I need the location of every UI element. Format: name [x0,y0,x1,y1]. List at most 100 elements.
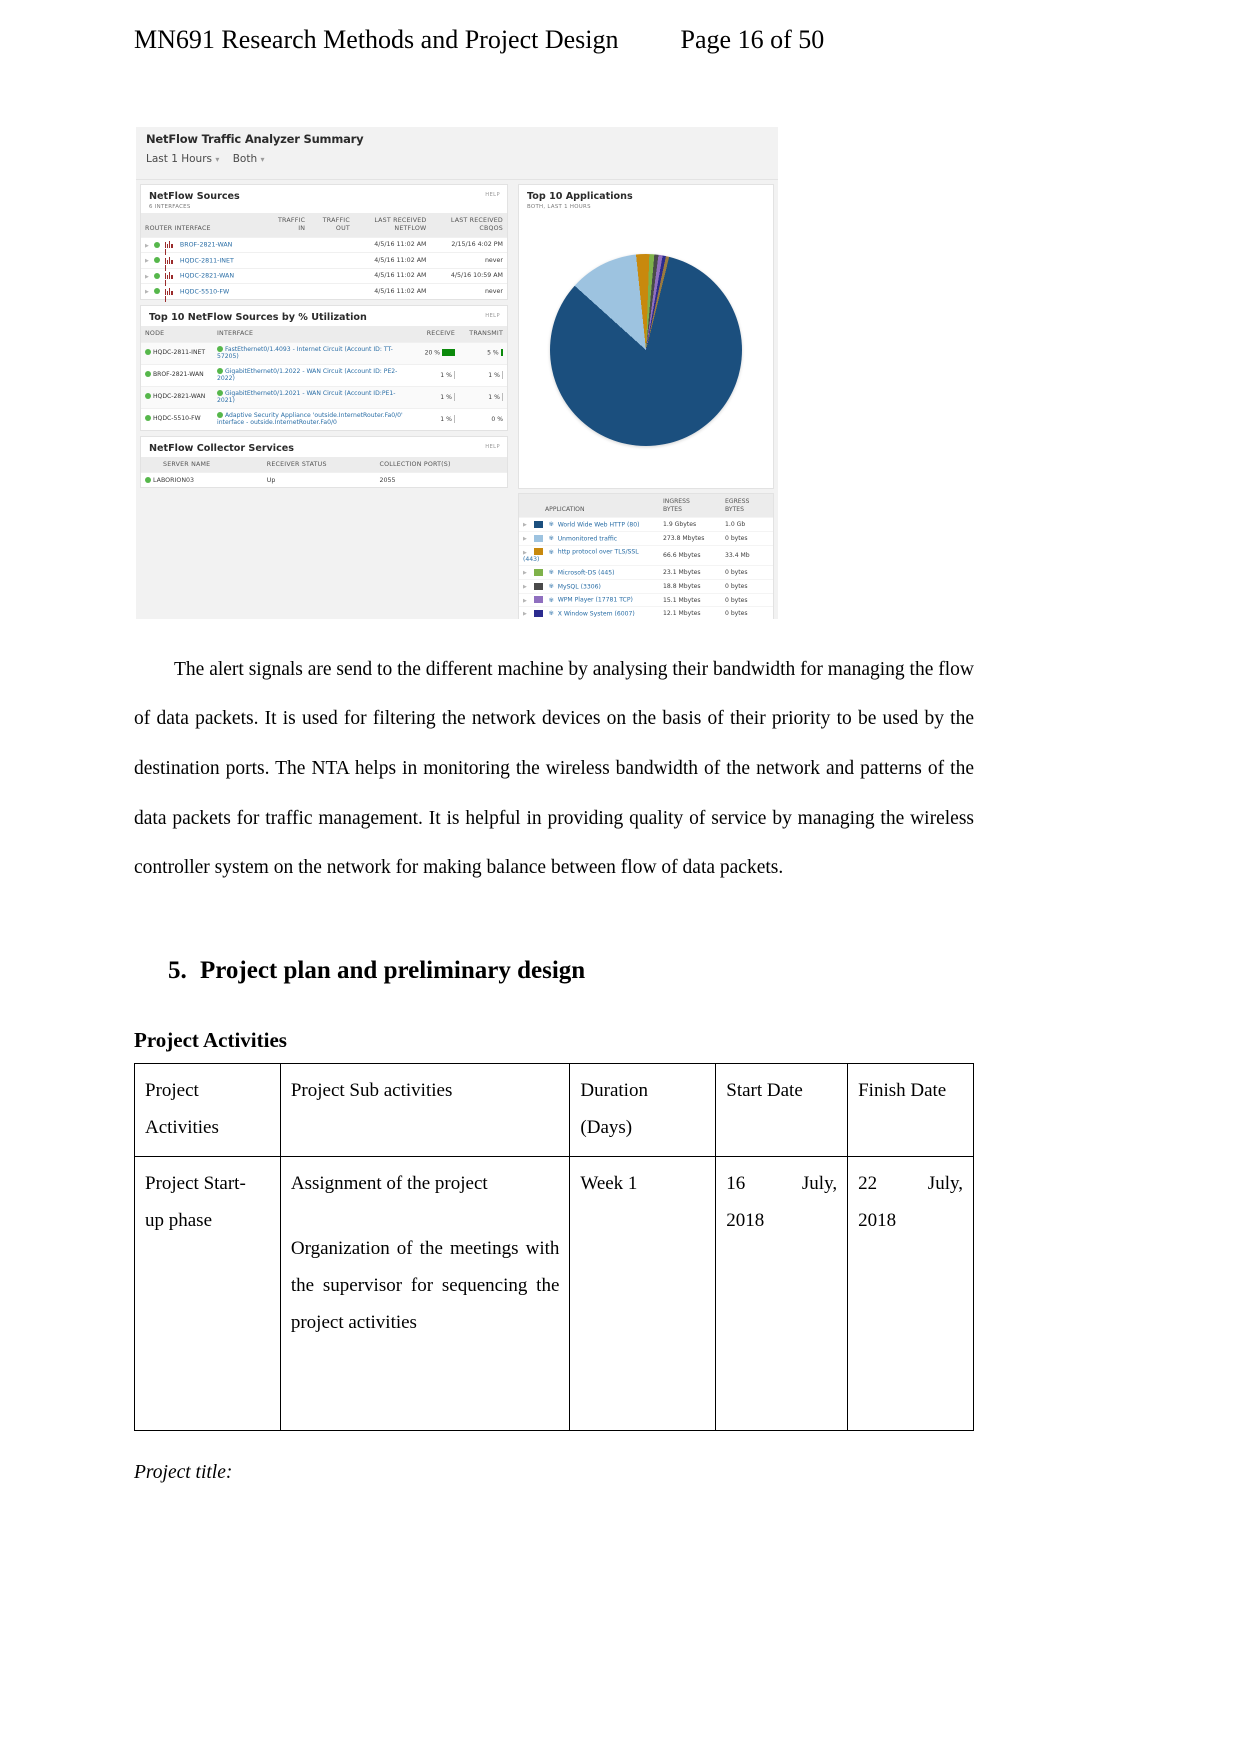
expand-arrow-icon[interactable]: ▶ [523,522,527,528]
time-range-dropdown[interactable]: Last 1 Hours ▾ [146,153,219,165]
netflow-dashboard: NetFlow Sources 6 INTERFACES HELP ROUTER… [136,180,778,619]
gear-icon: ✾ [548,583,554,591]
row-interface-cell: ▶ HQDC-2821-WAN [141,267,265,287]
netflow-sources-header: NetFlow Sources 6 INTERFACES HELP [141,185,507,213]
transmit-bar [501,371,503,380]
header-duration: Duration (Days) [569,1062,717,1158]
table-row[interactable]: ▶ ✾ MySQL (3306) 18.8 Mbytes 0 bytes [519,578,773,594]
table-row[interactable]: ▶ HQDC-5510-FW 4/5/16 11:02 AM never [141,283,507,302]
transmit-cell: 0 % [459,407,507,430]
expand-arrow-icon[interactable]: ▶ [523,570,527,576]
table-row[interactable]: HQDC-2811-INET FastEthernet0/1.4093 - In… [141,341,507,365]
application-link[interactable]: Unmonitored traffic [558,535,617,542]
table-row[interactable]: ▶ ✾ X Window System (6007) 12.1 Mbytes 0… [519,606,773,619]
traffic-in-value [264,252,310,269]
table-row[interactable]: LABORION03 Up 2055 [141,472,507,488]
table-row[interactable]: ▶ HQDC-2811-INET 4/5/16 11:02 AM never [141,252,507,271]
direction-dropdown[interactable]: Both ▾ [233,153,265,165]
table-row[interactable]: ▶ BROF-2821-WAN 4/5/16 11:02 AM 2/15/16 … [141,236,507,256]
expand-arrow-icon[interactable]: ▶ [523,536,527,542]
section-heading-text: Project plan and preliminary design [200,957,586,984]
table-header-row: APPLICATION INGRESS BYTES EGRESS BYTES [519,494,773,518]
table-header-row: Project Activities Project Sub activitie… [134,1062,974,1158]
top-applications-header: Top 10 Applications BOTH, LAST 1 HOURS [519,185,773,213]
application-link[interactable]: World Wide Web HTTP (80) [558,521,640,528]
netflow-sources-subtitle: 6 INTERFACES [149,204,191,210]
expand-arrow-icon[interactable]: ▶ [145,258,149,264]
application-cell: ▶ ✾ Microsoft-DS (445) [519,565,659,580]
cell-start-date: 16 July, 2018 [715,1156,849,1432]
table-row[interactable]: ▶ ✾ WPM Player (17781 TCP) 15.1 Mbytes 0… [519,592,773,607]
egress-bytes-cell: 0 bytes [721,530,773,546]
receive-bar [453,415,455,424]
table-row[interactable]: ▶ HQDC-2821-WAN 4/5/16 11:02 AM 4/5/16 1… [141,267,507,287]
header-project-sub-activities: Project Sub activities [279,1062,571,1158]
expand-arrow-icon[interactable]: ▶ [145,289,149,295]
table-row[interactable]: ▶ ✾ Unmonitored traffic 273.8 Mbytes 0 b… [519,530,773,546]
col-receiver-status: RECEIVER STATUS [262,456,376,473]
traffic-in-value [264,267,310,284]
transmit-value: 1 % [488,372,500,380]
traffic-out-value [309,252,354,269]
gear-icon: ✾ [548,535,554,542]
expand-arrow-icon[interactable]: ▶ [145,274,149,280]
receive-cell: 1 % [413,407,459,430]
top-applications-title: Top 10 Applications [527,191,633,202]
row-interface-cell: ▶ HQDC-5510-FW [141,283,265,302]
table-row[interactable]: ▶ ✾ World Wide Web HTTP (80) 1.9 Gbytes … [519,517,773,532]
applications-table: APPLICATION INGRESS BYTES EGRESS BYTES ▶… [519,494,773,619]
start-date-line-2: 2018 [726,1210,765,1232]
series-color-swatch [533,520,543,528]
series-color-swatch [533,582,543,590]
ingress-bytes-cell: 12.1 Mbytes [659,606,721,619]
egress-bytes-cell: 33.4 Mb [721,544,773,566]
receive-value: 1 % [440,416,452,424]
col-node: NODE [141,325,213,343]
col-application: APPLICATION [519,494,659,518]
table-row[interactable]: HQDC-5510-FW Adaptive Security Appliance… [141,407,507,430]
table-row[interactable]: ▶ ✾ http protocol over TLS/SSL (443) 66.… [519,544,773,566]
status-dot-icon [145,476,151,483]
interface-link[interactable]: HQDC-5510-FW [180,288,229,295]
interface-link[interactable]: Adaptive Security Appliance 'outside.Int… [217,412,403,426]
document-title: MN691 Research Methods and Project Desig… [134,25,619,54]
application-link[interactable]: WPM Player (17781 TCP) [558,597,633,604]
help-link[interactable]: HELP [485,313,500,319]
gear-icon: ✾ [548,521,554,529]
interface-link[interactable]: HQDC-2821-WAN [180,273,234,280]
application-link[interactable]: Microsoft-DS (445) [558,569,615,576]
cell-sub-activities: Assignment of the project Organization o… [279,1156,571,1432]
status-dot-icon [217,390,223,397]
receive-value: 1 % [440,394,452,402]
project-title-label: Project title: [134,1462,233,1483]
expand-arrow-icon[interactable]: ▶ [523,584,527,590]
section-heading: 5. Project plan and preliminary design [168,957,988,985]
netflow-sources-title: NetFlow Sources [149,191,240,202]
help-link[interactable]: HELP [485,444,500,450]
interface-link[interactable]: FastEthernet0/1.4093 - Internet Circuit … [217,346,393,360]
table-row[interactable]: ▶ ✾ Microsoft-DS (445) 23.1 Mbytes 0 byt… [519,565,773,580]
table-row[interactable]: BROF-2821-WAN GigabitEthernet0/1.2022 - … [141,363,507,387]
interface-link[interactable]: HQDC-2811-INET [180,257,234,264]
help-link[interactable]: HELP [485,192,500,198]
application-link[interactable]: X Window System (6007) [558,610,635,617]
application-cell: ▶ ✾ http protocol over TLS/SSL (443) [519,544,659,566]
egress-bytes-cell: 1.0 Gb [721,517,773,532]
netflow-app-header: NetFlow Traffic Analyzer Summary Last 1 … [136,127,778,180]
application-link[interactable]: MySQL (3306) [558,583,601,590]
header-finish-date: Finish Date [847,1062,974,1158]
top-applications-subtitle: BOTH, LAST 1 HOURS [527,204,591,210]
transmit-bar [500,349,503,357]
top-sources-title: Top 10 NetFlow Sources by % Utilization [149,311,367,323]
egress-bytes-cell: 0 bytes [721,578,773,594]
interface-link[interactable]: BROF-2821-WAN [180,242,233,249]
expand-arrow-icon[interactable]: ▶ [523,611,527,617]
expand-arrow-icon[interactable]: ▶ [523,598,527,604]
table-row[interactable]: HQDC-2821-WAN GigabitEthernet0/1.2021 - … [141,385,507,409]
header-start-date: Start Date [715,1062,849,1158]
interface-link[interactable]: GigabitEthernet0/1.2021 - WAN Circuit (A… [217,390,395,404]
gear-icon: ✾ [548,610,554,618]
finish-date-line-1: 22 July, [858,1173,963,1195]
expand-arrow-icon[interactable]: ▶ [145,243,149,249]
interface-link[interactable]: GigabitEthernet0/1.2022 - WAN Circuit (A… [217,368,397,382]
